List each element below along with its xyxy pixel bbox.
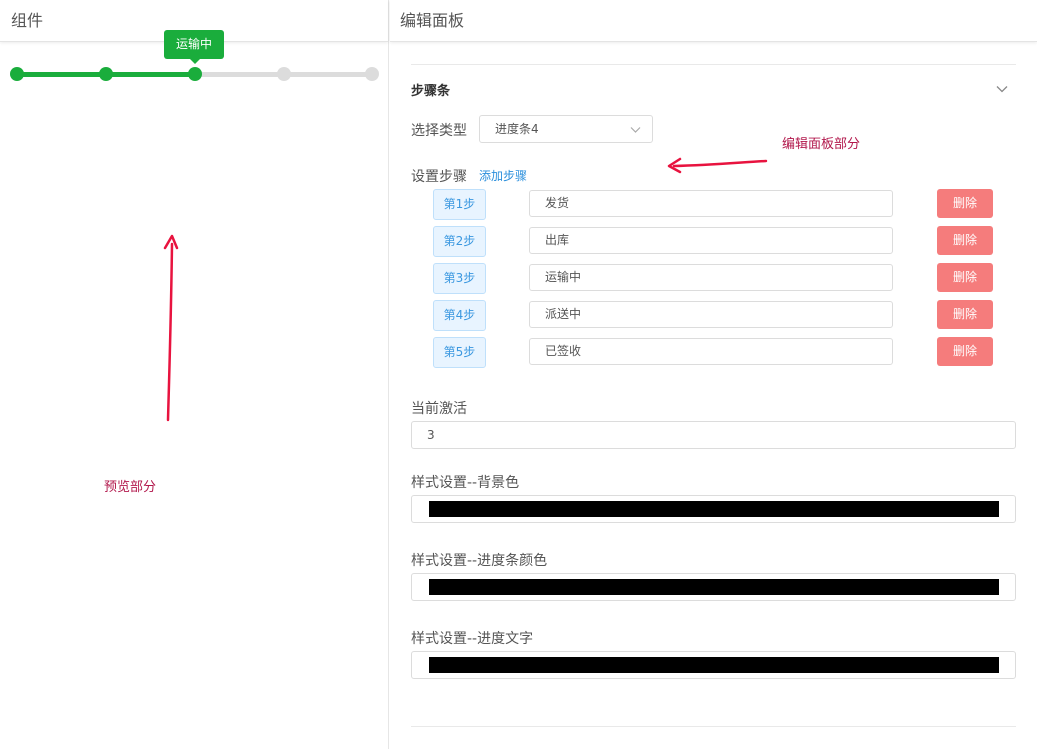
text-color-swatch (429, 657, 999, 673)
step-row: 第4步 派送中 删除 (433, 300, 993, 331)
delete-step-button[interactable]: 删除 (937, 263, 993, 292)
chevron-down-icon[interactable] (995, 82, 1009, 96)
bar-color-label: 样式设置--进度条颜色 (411, 553, 548, 569)
progress-bar[interactable] (10, 67, 379, 81)
step-badge: 第1步 (433, 189, 486, 220)
delete-step-button[interactable]: 删除 (937, 226, 993, 255)
delete-step-button[interactable]: 删除 (937, 189, 993, 218)
progress-dot-1[interactable] (10, 67, 24, 81)
text-color-picker[interactable] (411, 651, 1016, 679)
type-select-value: 进度条4 (495, 122, 539, 136)
bar-color-swatch (429, 579, 999, 595)
step-row: 第1步 发货 删除 (433, 189, 993, 220)
type-select[interactable]: 进度条4 (479, 115, 653, 143)
preview-annotation-label: 预览部分 (104, 480, 157, 495)
bar-color-picker[interactable] (411, 573, 1016, 601)
step-name-input[interactable]: 发货 (529, 190, 893, 217)
bg-color-picker[interactable] (411, 495, 1016, 523)
active-step-input[interactable]: 3 (411, 421, 1016, 449)
step-name-input[interactable]: 已签收 (529, 338, 893, 365)
arrow-up-annotation-icon (163, 234, 179, 422)
edit-panel-title: 编辑面板 (390, 0, 1037, 42)
step-badge: 第2步 (433, 226, 486, 257)
progress-dot-4[interactable] (277, 67, 291, 81)
step-name-input[interactable]: 出库 (529, 227, 893, 254)
edit-annotation-label: 编辑面板部分 (782, 137, 861, 152)
step-row: 第2步 出库 删除 (433, 226, 993, 257)
arrow-left-annotation-icon (667, 157, 768, 174)
bg-color-swatch (429, 501, 999, 517)
type-label: 选择类型 (411, 123, 467, 139)
step-badge: 第4步 (433, 300, 486, 331)
step-row: 第3步 运输中 删除 (433, 263, 993, 294)
progress-dot-3[interactable] (188, 67, 202, 81)
progress-dot-5[interactable] (365, 67, 379, 81)
divider (411, 64, 1016, 65)
step-badge: 第5步 (433, 337, 486, 368)
edit-panel: 编辑面板 步骤条 选择类型 进度条4 编辑面板部分 设置步骤 添加步骤 第1步 … (390, 0, 1037, 749)
delete-step-button[interactable]: 删除 (937, 300, 993, 329)
step-name-input[interactable]: 运输中 (529, 264, 893, 291)
chevron-down-icon (630, 127, 641, 133)
delete-step-button[interactable]: 删除 (937, 337, 993, 366)
divider (411, 726, 1016, 727)
bg-color-label: 样式设置--背景色 (411, 475, 520, 491)
progress-tooltip: 运输中 (164, 30, 224, 64)
text-color-label: 样式设置--进度文字 (411, 631, 534, 647)
step-name-input[interactable]: 派送中 (529, 301, 893, 328)
add-step-link[interactable]: 添加步骤 (479, 167, 527, 184)
preview-panel: 组件 运输中 预览部分 (0, 0, 389, 749)
steps-label: 设置步骤 (411, 169, 467, 185)
active-step-label: 当前激活 (411, 401, 467, 417)
progress-dot-2[interactable] (99, 67, 113, 81)
step-row: 第5步 已签收 删除 (433, 337, 993, 368)
section-title: 步骤条 (411, 84, 451, 99)
step-badge: 第3步 (433, 263, 486, 294)
